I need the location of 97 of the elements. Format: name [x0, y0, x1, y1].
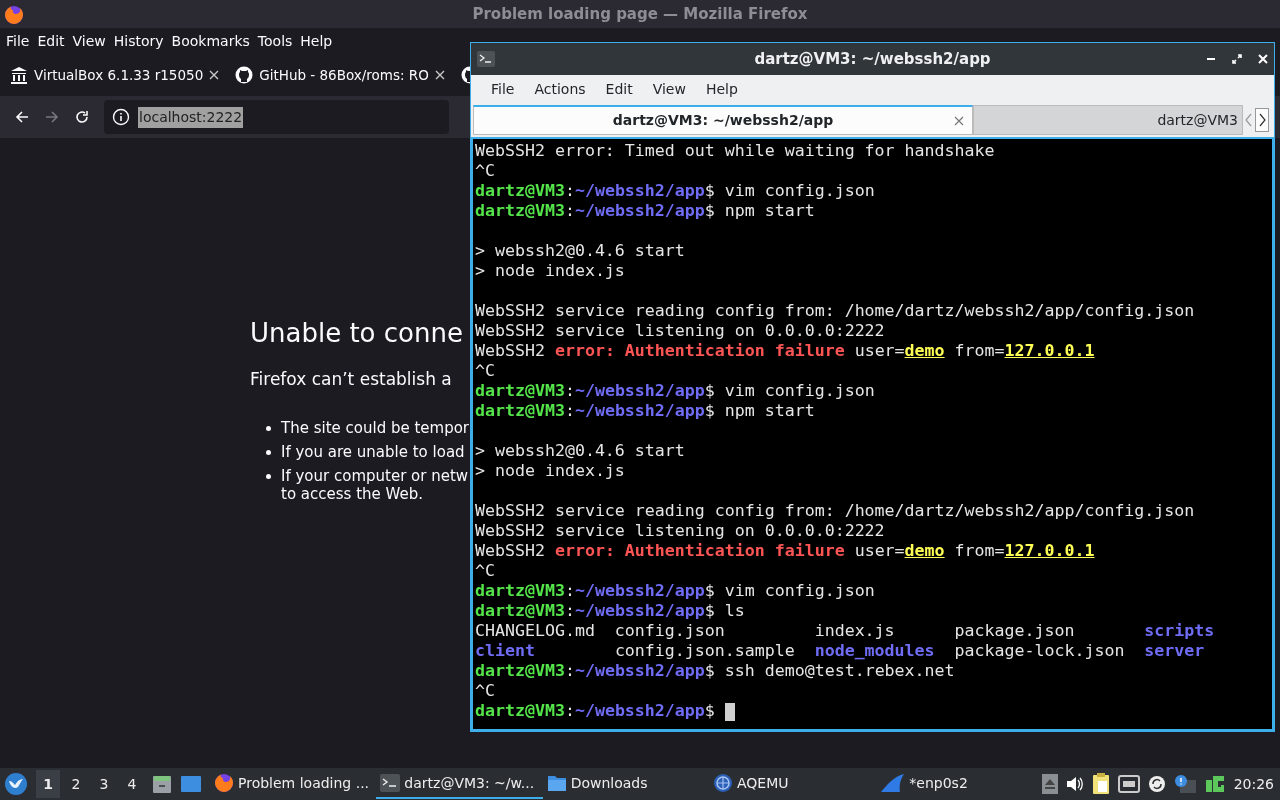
terminal-line: WebSSH2 error: Timed out while waiting for handshake [475, 141, 996, 161]
browser-tab[interactable]: GitHub - 86Box/roms: RO [231, 64, 449, 86]
terminal-line: WebSSH2 service reading config from: /home/dartz/webssh2/app/config.json [475, 501, 1196, 521]
terminal-line: dartz@VM3:~/webssh2/app$ vim config.json [475, 581, 876, 601]
terminal-line: > webssh2@0.4.6 start [475, 241, 686, 261]
terminal-line: WebSSH2 error: Authentication failure user=demo from=127.0.0.1 [475, 341, 1096, 361]
file-name: node_modules [814, 641, 935, 661]
terminal-line: dartz@VM3:~/webssh2/app$ ssh demo@test.rebex.net [475, 661, 956, 681]
bullet-text: If you are unable to load [281, 442, 465, 461]
error-heading: Unable to conne [250, 318, 463, 350]
file-name: package-lock.json [954, 641, 1125, 661]
file-name: index.js [814, 621, 895, 641]
notification-icon[interactable] [1173, 775, 1196, 793]
bullet-icon [266, 425, 271, 431]
window-title: dartz@VM3: ~/webssh2/app [754, 48, 991, 70]
menu-item[interactable]: Actions [524, 78, 596, 100]
menu-item[interactable]: Bookmarks [167, 30, 254, 52]
file-name: config.json.sample [614, 641, 795, 661]
terminal-line: ^C [475, 161, 496, 181]
info-icon[interactable] [112, 108, 130, 126]
terminal-line: WebSSH2 service reading config from: /home/dartz/webssh2/app/config.json [475, 301, 1196, 321]
terminal-line: WebSSH2 service listening on 0.0.0.0:2222 [475, 521, 886, 541]
network-port-icon[interactable] [1117, 775, 1140, 793]
desktop-switch[interactable]: 4 [120, 770, 144, 798]
file-name: client [475, 641, 535, 661]
file-name: config.json [614, 621, 725, 641]
taskbar-button[interactable]: *enp0s2 [875, 769, 1042, 799]
terminal-line: > node index.js [475, 261, 626, 281]
menu-item[interactable]: View [68, 30, 110, 52]
terminal-line: WebSSH2 error: Authentication failure user=demo from=127.0.0.1 [475, 541, 1096, 561]
file-name: package.json [954, 621, 1075, 641]
eject-icon[interactable] [1041, 774, 1058, 794]
file-name: scripts [1144, 621, 1215, 641]
bullet-text: If your computer or netw to access the Web. [281, 466, 469, 503]
menu-item[interactable]: Edit [595, 78, 643, 100]
bullet-text: The site could be tempor [281, 418, 470, 437]
folder-icon [546, 774, 567, 792]
menu-item[interactable]: File [2, 30, 34, 52]
taskbar-button[interactable]: Downloads [542, 769, 709, 799]
address-field[interactable]: localhost:2222 [104, 100, 449, 134]
menu-item[interactable]: Tools [253, 30, 297, 52]
desktop-icon[interactable] [180, 775, 202, 793]
desktop-switch[interactable]: 3 [92, 770, 116, 798]
terminal-tab[interactable]: dartz@VM3 [973, 105, 1243, 135]
terminal-line: > webssh2@0.4.6 start [475, 441, 686, 461]
start-menu-icon[interactable] [4, 772, 28, 796]
volume-icon[interactable] [1065, 776, 1084, 792]
back-icon[interactable] [14, 109, 30, 125]
terminal-icon [380, 774, 401, 792]
browser-icon [214, 773, 234, 793]
error-message: Firefox can’t establish a [250, 368, 452, 392]
bullet-icon [266, 449, 271, 455]
maximize-icon[interactable] [1232, 54, 1242, 64]
sync-icon[interactable] [1147, 775, 1166, 793]
reload-icon[interactable] [74, 109, 90, 125]
bullet-icon [266, 473, 271, 479]
clipboard-icon[interactable] [1091, 773, 1110, 795]
menu-item[interactable]: Help [695, 78, 748, 100]
terminal-line: ^C [475, 361, 496, 381]
desktop-switch[interactable]: 1 [36, 770, 60, 798]
menu-item[interactable]: History [109, 30, 168, 52]
close-icon[interactable] [434, 70, 445, 80]
cat-icon [235, 66, 254, 84]
menu-item[interactable]: File [481, 78, 525, 100]
menu-item[interactable]: View [642, 78, 696, 100]
globe-icon [713, 773, 733, 793]
terminal-tab[interactable]: dartz@VM3: ~/webssh2/app [473, 105, 973, 135]
terminal-line: dartz@VM3:~/webssh2/app$ [475, 701, 1270, 721]
taskbar-button[interactable]: dartz@VM3: ~/w... [376, 769, 543, 799]
browser-icon [4, 4, 24, 25]
terminal-line: WebSSH2 service listening on 0.0.0.0:2222 [475, 321, 886, 341]
terminal-line: dartz@VM3:~/webssh2/app$ npm start [475, 401, 816, 421]
taskbar-button[interactable]: Problem loading ... [210, 769, 377, 799]
file-name: CHANGELOG.md [475, 621, 595, 641]
shark-fin-icon [879, 773, 906, 793]
terminal-line: ^C [475, 681, 496, 701]
terminal-line: > node index.js [475, 461, 626, 481]
terminal-line: dartz@VM3:~/webssh2/app$ npm start [475, 201, 816, 221]
building-icon [10, 66, 28, 84]
terminal-icon [477, 51, 495, 67]
terminal-screen[interactable] [471, 137, 1274, 731]
taskbar-button[interactable]: AQEMU [709, 769, 876, 799]
menu-item[interactable]: Edit [33, 30, 69, 52]
forward-icon[interactable] [44, 109, 60, 125]
terminal-line: dartz@VM3:~/webssh2/app$ vim config.json [475, 381, 876, 401]
file-cabinet-icon[interactable] [152, 774, 172, 794]
terminal-line: ^C [475, 561, 496, 581]
terminal-line: dartz@VM3:~/webssh2/app$ vim config.json [475, 181, 876, 201]
file-name: server [1144, 641, 1205, 661]
desktop-switch[interactable]: 2 [64, 770, 88, 798]
close-icon[interactable] [209, 70, 220, 80]
window-title: Problem loading page — Mozilla Firefox [472, 3, 808, 25]
terminal-line: dartz@VM3:~/webssh2/app$ ls [475, 601, 746, 621]
menu-item[interactable]: Help [296, 30, 337, 52]
scroll-right-icon[interactable] [1255, 108, 1269, 132]
browser-tab[interactable]: VirtualBox 6.1.33 r15050 [6, 64, 224, 86]
clock: 20:26 [1233, 774, 1274, 794]
